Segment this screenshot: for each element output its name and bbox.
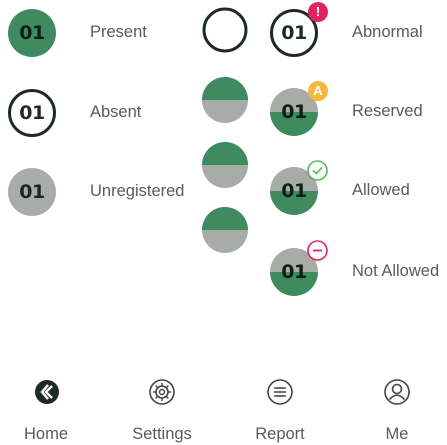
allowed-check-icon xyxy=(307,160,328,181)
unregistered-badge: 01 xyxy=(8,168,56,216)
absent-label: Absent xyxy=(90,103,142,121)
settings-icon xyxy=(149,379,175,405)
abnormal-indicator-icon: ! xyxy=(308,2,328,22)
nav-settings-label: Settings xyxy=(132,425,192,443)
home-icon xyxy=(35,380,59,404)
allowed-label: Allowed xyxy=(352,181,410,199)
unregistered-label: Unregistered xyxy=(90,182,185,200)
not-allowed-label: Not Allowed xyxy=(352,262,440,280)
reserved-indicator-icon: A xyxy=(308,81,328,101)
me-icon xyxy=(384,379,410,405)
absent-badge: 01 xyxy=(8,89,56,137)
nav-me-label: Me xyxy=(385,425,409,443)
abnormal-label: Abnormal xyxy=(352,23,423,41)
report-icon xyxy=(267,379,293,405)
present-badge: 01 xyxy=(8,9,56,57)
sample-badge-strip xyxy=(200,0,255,305)
not-allowed-minus-icon xyxy=(307,240,328,261)
present-label: Present xyxy=(90,23,147,41)
reserved-label: Reserved xyxy=(352,102,423,120)
nav-report-label: Report xyxy=(255,425,305,443)
nav-home-label: Home xyxy=(23,425,68,443)
